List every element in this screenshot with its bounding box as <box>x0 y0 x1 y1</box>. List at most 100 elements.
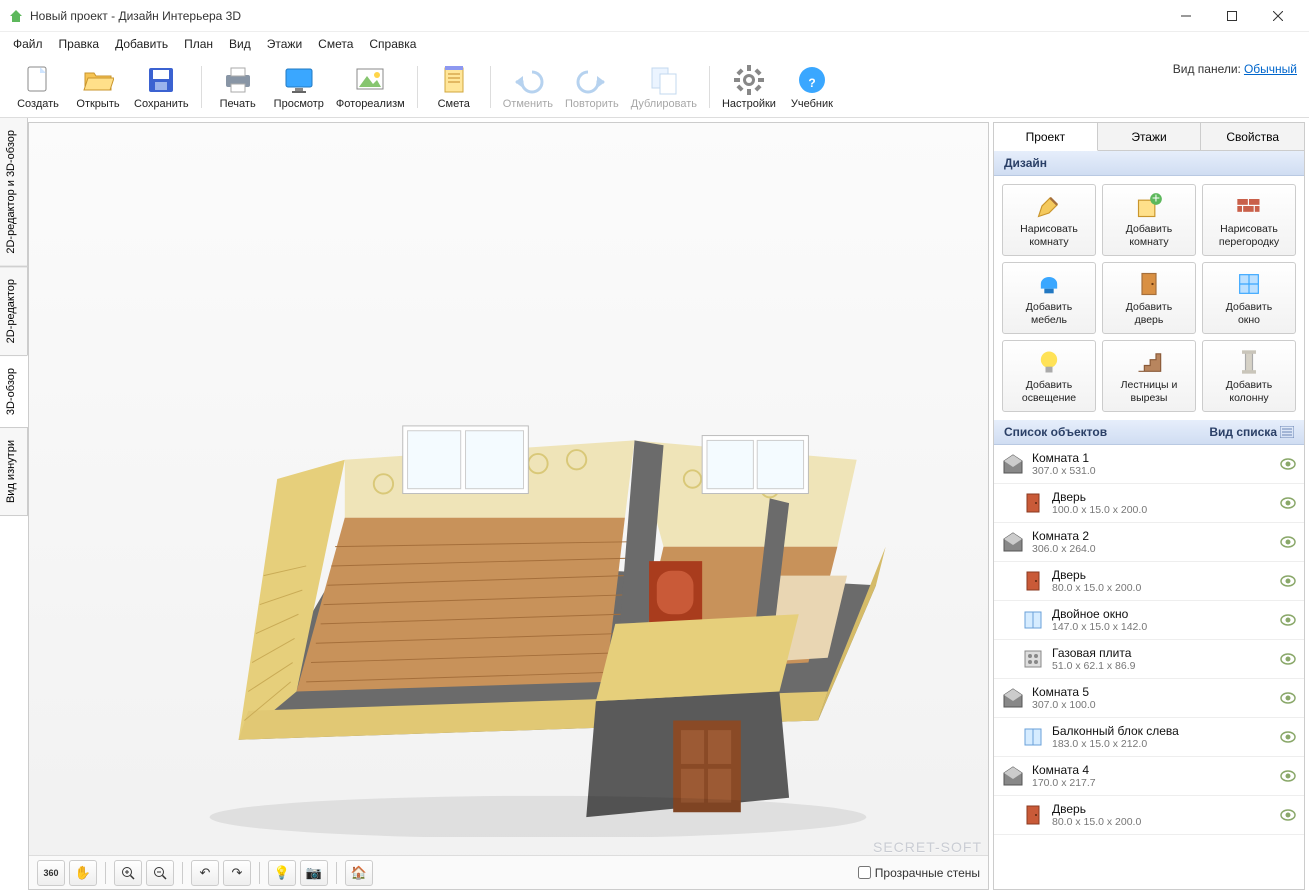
menu-estimate[interactable]: Смета <box>311 34 360 54</box>
close-button[interactable] <box>1255 1 1301 31</box>
right-panel-tabs: Проект Этажи Свойства <box>994 123 1304 151</box>
door-icon <box>1022 492 1044 514</box>
tab-floors[interactable]: Этажи <box>1098 123 1202 150</box>
print-button[interactable]: Печать <box>208 60 268 114</box>
stove-icon <box>1022 648 1044 670</box>
visibility-toggle[interactable] <box>1280 692 1296 704</box>
design-stairs-cutouts[interactable]: Лестницы ивырезы <box>1102 340 1196 412</box>
menu-add[interactable]: Добавить <box>108 34 175 54</box>
door-icon <box>1135 270 1163 298</box>
visibility-toggle[interactable] <box>1280 536 1296 548</box>
door-icon <box>1022 570 1044 592</box>
preview-button[interactable]: Просмотр <box>268 60 330 114</box>
column-icon <box>1235 348 1263 376</box>
undo-button[interactable]: Отменить <box>497 60 559 114</box>
image-icon <box>354 64 386 96</box>
design-add-room[interactable]: +Добавитькомнату <box>1102 184 1196 256</box>
vtb-zoom-in[interactable] <box>114 860 142 886</box>
object-row-window[interactable]: Двойное окно147.0 x 15.0 x 142.0 <box>994 601 1304 640</box>
list-view-mode[interactable]: Вид списка <box>1209 425 1294 439</box>
object-row-window[interactable]: Балконный блок слева183.0 x 15.0 x 212.0 <box>994 718 1304 757</box>
titlebar: Новый проект - Дизайн Интерьера 3D <box>0 0 1309 32</box>
save-button[interactable]: Сохранить <box>128 60 195 114</box>
tab-project[interactable]: Проект <box>994 123 1098 151</box>
design-add-window[interactable]: Добавитьокно <box>1202 262 1296 334</box>
open-button[interactable]: Открыть <box>68 60 128 114</box>
design-add-column[interactable]: Добавитьколонну <box>1202 340 1296 412</box>
panel-mode-link[interactable]: Обычный <box>1244 62 1297 76</box>
new-file-icon <box>22 64 54 96</box>
vtab-2d-3d[interactable]: 2D-редактор и 3D-обзор <box>0 118 28 267</box>
duplicate-button[interactable]: Дублировать <box>625 60 703 114</box>
vtb-home[interactable]: 🏠 <box>345 860 373 886</box>
menu-view[interactable]: Вид <box>222 34 258 54</box>
create-button[interactable]: Создать <box>8 60 68 114</box>
design-header: Дизайн <box>994 151 1304 176</box>
vtb-rotate-left[interactable]: ↶ <box>191 860 219 886</box>
maximize-button[interactable] <box>1209 1 1255 31</box>
room-icon <box>1002 453 1024 475</box>
design-draw-room[interactable]: Нарисоватькомнату <box>1002 184 1096 256</box>
object-row-door[interactable]: Дверь80.0 x 15.0 x 200.0 <box>994 562 1304 601</box>
list-icon <box>1280 426 1294 438</box>
visibility-toggle[interactable] <box>1280 653 1296 665</box>
menu-floors[interactable]: Этажи <box>260 34 309 54</box>
design-add-light[interactable]: Добавитьосвещение <box>1002 340 1096 412</box>
vtb-light[interactable]: 💡 <box>268 860 296 886</box>
visibility-toggle[interactable] <box>1280 497 1296 509</box>
redo-button[interactable]: Повторить <box>559 60 625 114</box>
vtb-rotate-right[interactable]: ↷ <box>223 860 251 886</box>
design-draw-partition[interactable]: Нарисоватьперегородку <box>1202 184 1296 256</box>
object-row-room[interactable]: Комната 1307.0 x 531.0 <box>994 445 1304 484</box>
object-row-stove[interactable]: Газовая плита51.0 x 62.1 x 86.9 <box>994 640 1304 679</box>
bulb-icon <box>1035 348 1063 376</box>
object-row-room[interactable]: Комната 2306.0 x 264.0 <box>994 523 1304 562</box>
transparent-walls-checkbox[interactable] <box>858 866 871 879</box>
minimize-button[interactable] <box>1163 1 1209 31</box>
chair-icon <box>1035 270 1063 298</box>
visibility-toggle[interactable] <box>1280 575 1296 587</box>
vtb-zoom-out[interactable] <box>146 860 174 886</box>
tab-properties[interactable]: Свойства <box>1201 123 1304 150</box>
menu-edit[interactable]: Правка <box>52 34 107 54</box>
visibility-toggle[interactable] <box>1280 731 1296 743</box>
vtab-2d[interactable]: 2D-редактор <box>0 266 28 356</box>
gear-icon <box>733 64 765 96</box>
transparent-walls-toggle[interactable]: Прозрачные стены <box>858 866 980 880</box>
menu-file[interactable]: Файл <box>6 34 50 54</box>
object-row-door[interactable]: Дверь80.0 x 15.0 x 200.0 <box>994 796 1304 835</box>
design-add-furniture[interactable]: Добавитьмебель <box>1002 262 1096 334</box>
visibility-toggle[interactable] <box>1280 458 1296 470</box>
photoreal-button[interactable]: Фотореализм <box>330 60 411 114</box>
monitor-icon <box>283 64 315 96</box>
object-row-door[interactable]: Дверь100.0 x 15.0 x 200.0 <box>994 484 1304 523</box>
object-list[interactable]: Комната 1307.0 x 531.0Дверь100.0 x 15.0 … <box>994 445 1304 889</box>
vtb-pan[interactable]: ✋ <box>69 860 97 886</box>
tutorial-button[interactable]: ?Учебник <box>782 60 842 114</box>
app-icon <box>8 8 24 24</box>
menu-help[interactable]: Справка <box>362 34 423 54</box>
right-panel: Проект Этажи Свойства Дизайн Нарисоватьк… <box>993 122 1305 890</box>
stairs-icon <box>1135 348 1163 376</box>
object-row-room[interactable]: Комната 5307.0 x 100.0 <box>994 679 1304 718</box>
vtab-inside[interactable]: Вид изнутри <box>0 427 28 516</box>
save-icon <box>145 64 177 96</box>
objects-header: Список объектов Вид списка <box>994 420 1304 445</box>
estimate-button[interactable]: Смета <box>424 60 484 114</box>
visibility-toggle[interactable] <box>1280 614 1296 626</box>
door-icon <box>1022 804 1044 826</box>
scene-3d[interactable] <box>29 123 988 855</box>
visibility-toggle[interactable] <box>1280 770 1296 782</box>
vtb-360[interactable]: 360 <box>37 860 65 886</box>
menu-plan[interactable]: План <box>177 34 220 54</box>
window-icon <box>1235 270 1263 298</box>
visibility-toggle[interactable] <box>1280 809 1296 821</box>
design-add-door[interactable]: Добавитьдверь <box>1102 262 1196 334</box>
settings-button[interactable]: Настройки <box>716 60 782 114</box>
printer-icon <box>222 64 254 96</box>
vtab-3d[interactable]: 3D-обзор <box>0 355 28 428</box>
vtb-camera[interactable]: 📷 <box>300 860 328 886</box>
object-row-room[interactable]: Комната 4170.0 x 217.7 <box>994 757 1304 796</box>
viewport-3d[interactable]: SECRET-SOFT 360 ✋ ↶ ↷ 💡 📷 🏠 Прозрачные с… <box>28 122 989 890</box>
watermark: SECRET-SOFT <box>873 839 982 855</box>
